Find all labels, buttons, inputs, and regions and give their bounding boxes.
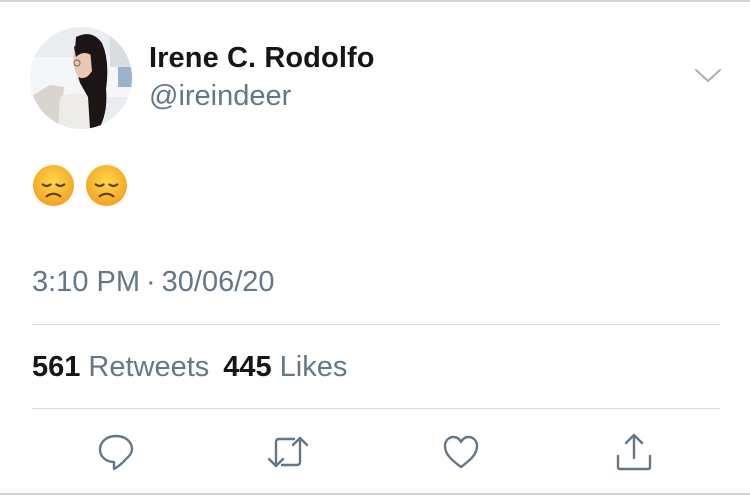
tweet-card: Irene C. Rodolfo @ireindeer 3:10 PM · 30… — [0, 0, 750, 495]
meta-separator: · — [146, 266, 156, 298]
likes-count: 445 — [223, 351, 272, 383]
reply-button[interactable] — [94, 430, 138, 474]
share-icon — [616, 433, 652, 471]
action-bar — [0, 430, 750, 480]
disappointed-face-icon — [32, 164, 75, 207]
tweet-date: 30/06/20 — [161, 266, 275, 298]
tweet-stats: 561 Retweets 445 Likes — [32, 351, 347, 384]
disappointed-face-icon — [85, 164, 128, 207]
tweet-text — [32, 164, 128, 207]
tweet-timestamp: 3:10 PM · 30/06/20 — [32, 266, 275, 299]
speech-bubble-icon — [98, 434, 134, 471]
divider — [32, 324, 720, 325]
avatar-photo — [30, 27, 132, 129]
retweets-stat[interactable]: 561 Retweets — [32, 351, 209, 384]
tweet-time: 3:10 PM — [32, 266, 140, 298]
avatar[interactable] — [30, 27, 132, 129]
retweet-button[interactable] — [266, 430, 310, 474]
retweets-count: 561 — [32, 351, 81, 383]
username-handle[interactable]: @ireindeer — [149, 80, 291, 113]
retweets-label: Retweets — [88, 351, 210, 383]
retweet-icon — [267, 436, 309, 468]
likes-label: Likes — [279, 351, 348, 383]
share-button[interactable] — [612, 430, 656, 474]
like-button[interactable] — [439, 430, 483, 474]
heart-icon — [443, 435, 479, 469]
chevron-down-icon[interactable] — [694, 66, 722, 86]
divider — [32, 408, 720, 409]
display-name[interactable]: Irene C. Rodolfo — [149, 42, 375, 75]
likes-stat[interactable]: 445 Likes — [223, 351, 347, 384]
